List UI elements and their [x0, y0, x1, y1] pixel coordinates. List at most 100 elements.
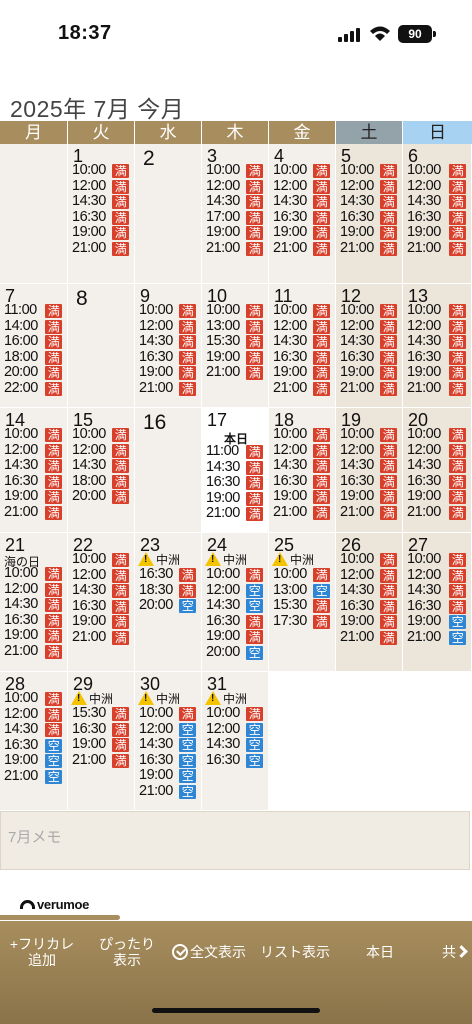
time-slot[interactable]: 21:00 満	[340, 380, 400, 397]
time-slot[interactable]: 12:00 満	[139, 318, 199, 335]
day-cell-16[interactable]: 16	[135, 408, 202, 533]
day-cell-25[interactable]: 25中洲10:00満13:00空15:30満17:30満	[269, 533, 336, 672]
time-slot[interactable]: 19:00 満	[340, 225, 400, 241]
empty-day-cell[interactable]	[0, 144, 68, 284]
fit-view-button[interactable]: ぴったり 表示	[92, 936, 162, 968]
time-slot[interactable]: 10:00 満	[139, 705, 199, 722]
time-slot[interactable]: 21:00 満	[72, 240, 132, 257]
time-slot[interactable]: 21:00 空	[407, 629, 469, 646]
time-slot[interactable]: 14:30 満	[340, 582, 400, 599]
time-slot[interactable]: 16:30 満	[407, 598, 469, 615]
time-slot[interactable]: 12:00 満	[4, 706, 65, 723]
time-slot[interactable]: 16:00 満	[4, 333, 65, 350]
time-slot[interactable]: 11:00 満	[4, 302, 65, 319]
day-cell-24[interactable]: 24中洲10:00満12:00空14:30空16:30満19:00満20:00空	[202, 533, 269, 672]
time-slot[interactable]: 12:00 空	[139, 721, 199, 738]
time-slot[interactable]: 21:00 空	[4, 768, 65, 785]
time-slot[interactable]: 16:30 空	[206, 752, 266, 769]
time-slot[interactable]: 14:30 満	[407, 333, 469, 350]
time-slot[interactable]: 12:00 満	[273, 318, 333, 335]
time-slot[interactable]: 21:00 満	[72, 629, 132, 646]
time-slot[interactable]: 15:30 満	[72, 705, 132, 722]
time-slot[interactable]: 12:00 満	[340, 178, 400, 195]
time-slot[interactable]: 21:00 空	[139, 783, 199, 800]
time-slot[interactable]: 16:30 満	[340, 598, 400, 615]
day-cell-30[interactable]: 30中洲10:00満12:00空14:30空16:30空19:00空21:00空	[135, 672, 202, 811]
time-slot[interactable]: 14:30 満	[139, 333, 199, 350]
time-slot[interactable]: 14:30 満	[407, 457, 469, 474]
day-cell-4[interactable]: 4 10:00 満 12:00 満 14:30 満 16:30 満 19:00 満 21:00 満	[269, 144, 336, 284]
time-slot[interactable]: 16:30 満	[273, 349, 333, 366]
time-slot[interactable]: 19:00 空	[139, 768, 199, 784]
time-slot[interactable]: 19:00 満	[72, 614, 132, 630]
time-slot[interactable]: 16:30 満	[273, 209, 333, 226]
time-slot[interactable]: 16:30 空	[139, 752, 199, 769]
time-slot[interactable]: 19:00 満	[206, 349, 266, 366]
time-slot[interactable]: 21:00 満	[407, 504, 469, 521]
time-slot[interactable]: 14:30 満	[206, 459, 266, 476]
time-slot[interactable]: 17:00 満	[206, 209, 266, 226]
time-slot[interactable]: 21:00 満	[139, 380, 199, 397]
time-slot[interactable]: 21:00 満	[72, 752, 132, 769]
time-slot[interactable]: 12:00 満	[407, 318, 469, 335]
time-slot[interactable]: 15:30 満	[273, 597, 333, 614]
time-slot[interactable]: 19:00 満	[72, 736, 132, 753]
day-cell-27[interactable]: 27 10:00 満 12:00 満 14:30 満 16:30 満 19:00 空 21:00 空	[403, 533, 472, 672]
time-slot[interactable]: 21:00 満	[206, 240, 266, 257]
time-slot[interactable]: 21:00 満	[273, 240, 333, 257]
share-button[interactable]: 共	[442, 944, 468, 960]
time-slot[interactable]: 21:00 満	[340, 629, 400, 646]
time-slot[interactable]: 21:00 満	[407, 240, 469, 257]
day-cell-13[interactable]: 13 10:00 満 12:00 満 14:30 満 16:30 満 19:00 満 21:00 満	[403, 284, 472, 408]
time-slot[interactable]: 16:30 満	[407, 349, 469, 366]
time-slot[interactable]: 20:00 満	[72, 489, 132, 505]
day-cell-10[interactable]: 10 10:00 満 13:00 満 15:30 満 19:00 満 21:00 満	[202, 284, 269, 408]
day-cell-29[interactable]: 29中洲15:30満16:30満19:00満21:00満	[68, 672, 135, 811]
time-slot[interactable]: 16:30 満	[72, 598, 132, 615]
time-slot[interactable]: 19:00 満	[4, 489, 65, 505]
time-slot[interactable]: 19:00 満	[4, 628, 65, 644]
day-cell-21[interactable]: 21 海の日 10:00 満 12:00 満 14:30 満 16:30 満 19:00 満 21:00…	[0, 533, 68, 672]
time-slot[interactable]: 14:30 満	[273, 457, 333, 474]
time-slot[interactable]: 10:00 満	[340, 302, 400, 319]
time-slot[interactable]: 16:30 満	[139, 566, 199, 583]
time-slot[interactable]: 19:00 満	[206, 490, 266, 507]
day-cell-22[interactable]: 22 10:00 満 12:00 満 14:30 満 16:30 満 19:00 満 21:00 満	[68, 533, 135, 672]
time-slot[interactable]: 12:00 満	[72, 178, 132, 195]
time-slot[interactable]: 13:00 空	[273, 582, 333, 599]
time-slot[interactable]: 19:00 満	[340, 365, 400, 381]
time-slot[interactable]: 19:00 満	[407, 489, 469, 505]
time-slot[interactable]: 19:00 満	[206, 629, 266, 645]
month-title[interactable]: 2025年 7月 今月	[10, 90, 184, 124]
day-cell-15[interactable]: 15 10:00 満 12:00 満 14:30 満 18:00 満 20:00 満	[68, 408, 135, 533]
time-slot[interactable]: 16:30 満	[72, 721, 132, 738]
day-cell-7[interactable]: 7 11:00 満 14:00 満 16:00 満 18:00 満 20:00 満 22:00 満	[0, 284, 68, 408]
today-button[interactable]: 本日	[366, 944, 394, 960]
day-cell-28[interactable]: 28 10:00 満 12:00 満 14:30 満 16:30 空 19:00 空 21:00 空	[0, 672, 68, 811]
day-cell-3[interactable]: 3 10:00 満 12:00 満 14:30 満 17:00 満 19:00 満 21:00 満	[202, 144, 269, 284]
time-slot[interactable]: 18:00 満	[4, 349, 65, 366]
time-slot[interactable]: 12:00 空	[206, 721, 266, 738]
day-cell-1[interactable]: 1 10:00 満 12:00 満 14:30 満 16:30 満 19:00 満 21:00 満	[68, 144, 135, 284]
time-slot[interactable]: 16:30 満	[4, 473, 65, 490]
time-slot[interactable]: 19:00 満	[340, 614, 400, 630]
time-slot[interactable]: 15:30 満	[206, 333, 266, 350]
time-slot[interactable]: 12:00 満	[340, 567, 400, 584]
time-slot[interactable]: 10:00 満	[340, 551, 400, 568]
time-slot[interactable]: 12:00 満	[72, 442, 132, 459]
time-slot[interactable]: 14:30 満	[340, 457, 400, 474]
time-slot[interactable]: 21:00 満	[206, 365, 266, 381]
time-slot[interactable]: 18:30 満	[139, 582, 199, 599]
time-slot[interactable]: 14:30 満	[72, 582, 132, 599]
time-slot[interactable]: 21:00 満	[340, 504, 400, 521]
time-slot[interactable]: 12:00 満	[407, 567, 469, 584]
time-slot[interactable]: 21:00 満	[407, 380, 469, 397]
time-slot[interactable]: 12:00 満	[340, 442, 400, 459]
time-slot[interactable]: 10:00 満	[139, 302, 199, 319]
time-slot[interactable]: 11:00 満	[206, 443, 266, 460]
day-cell-26[interactable]: 26 10:00 満 12:00 満 14:30 満 16:30 満 19:00 満 21:00 満	[336, 533, 403, 672]
day-cell-17[interactable]: 17 本日 11:00 満 14:30 満 16:30 満 19:00 満 21:00 満	[202, 408, 269, 533]
time-slot[interactable]: 12:00 満	[273, 442, 333, 459]
time-slot[interactable]: 21:00 満	[273, 380, 333, 397]
time-slot[interactable]: 14:00 満	[4, 318, 65, 335]
